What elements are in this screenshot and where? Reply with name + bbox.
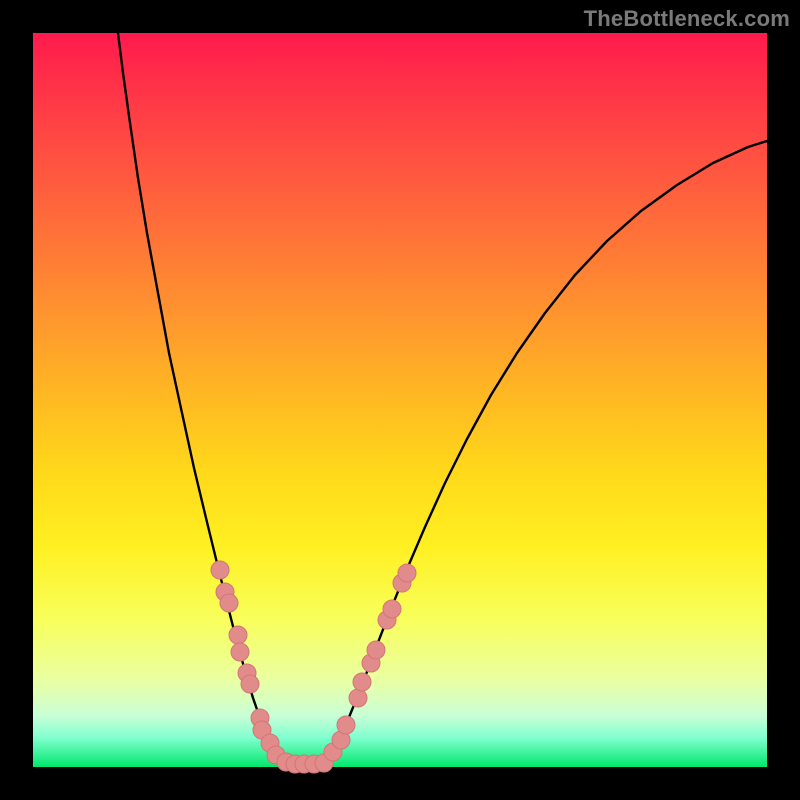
data-markers <box>211 561 416 773</box>
data-point <box>337 716 355 734</box>
attribution-label: TheBottleneck.com <box>584 6 790 32</box>
data-point <box>383 600 401 618</box>
data-point <box>231 643 249 661</box>
bottleneck-curve <box>118 33 767 765</box>
data-point <box>241 675 259 693</box>
data-point <box>367 641 385 659</box>
data-point <box>220 594 238 612</box>
data-point <box>353 673 371 691</box>
chart-frame: TheBottleneck.com <box>0 0 800 800</box>
curve-layer <box>33 33 767 767</box>
data-point <box>229 626 247 644</box>
data-point <box>398 564 416 582</box>
plot-area <box>33 33 767 767</box>
data-point <box>211 561 229 579</box>
data-point <box>349 689 367 707</box>
